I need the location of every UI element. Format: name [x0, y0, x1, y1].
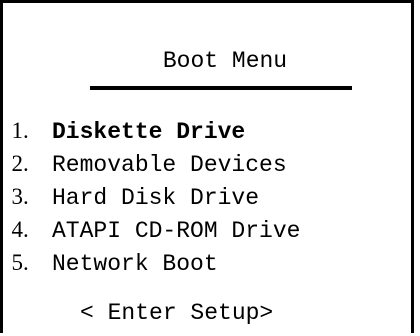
option-label: ATAPI CD-ROM Drive — [52, 218, 301, 244]
option-number: 5 — [11, 250, 24, 275]
boot-menu-title: Boot Menu — [162, 48, 288, 74]
boot-option-network-boot[interactable]: 5. Network Boot — [0, 246, 300, 279]
option-number: 3 — [11, 184, 24, 209]
boot-option-removable-devices[interactable]: 2. Removable Devices — [0, 147, 300, 180]
option-number-dot: . — [23, 250, 29, 275]
boot-option-atapi-cd-rom-drive[interactable]: 4. ATAPI CD-ROM Drive — [0, 213, 301, 246]
option-number: 2 — [11, 151, 24, 176]
option-number: 1 — [11, 118, 24, 143]
option-label: Network Boot — [52, 251, 218, 277]
enter-setup-option[interactable]: < Enter Setup> — [80, 300, 273, 326]
option-number-dot: . — [23, 151, 29, 176]
boot-device-list: 1. Diskette Drive 2. Removable Devices 3. H… — [0, 114, 301, 279]
title-underline — [90, 86, 352, 90]
option-label: Hard Disk Drive — [52, 185, 260, 211]
option-label: Diskette Drive — [52, 119, 246, 145]
option-number-dot: . — [23, 118, 29, 143]
option-number-dot: . — [23, 217, 29, 242]
option-label: Removable Devices — [52, 152, 287, 178]
option-number: 4 — [11, 217, 24, 242]
option-number-dot: . — [23, 184, 29, 209]
boot-option-hard-disk-drive[interactable]: 3. Hard Disk Drive — [0, 180, 300, 213]
boot-option-diskette-drive[interactable]: 1. Diskette Drive — [0, 114, 300, 147]
